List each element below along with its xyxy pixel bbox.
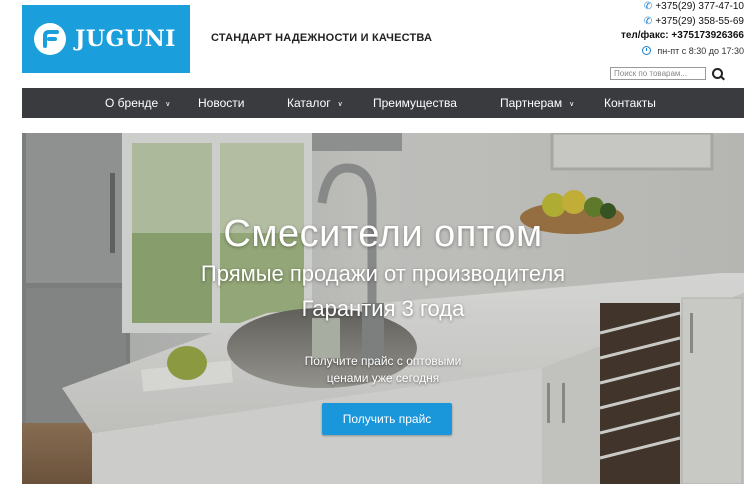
search-input[interactable] bbox=[610, 67, 706, 80]
nav-item-news[interactable]: Новости bbox=[198, 88, 244, 118]
chevron-down-icon: ∨ bbox=[569, 101, 575, 108]
brand-logo[interactable]: JUGUNI bbox=[22, 5, 190, 73]
hero-subtitle-2: Гарантия 3 года bbox=[301, 296, 465, 321]
phone-number-2[interactable]: +375(29) 358-55-69 bbox=[655, 15, 744, 30]
hero-note-line-2: ценами уже сегодня bbox=[326, 371, 440, 385]
fax-number: тел/факс: +375173926366 bbox=[620, 30, 744, 41]
hero-note: Получите прайс с оптовыми ценами уже сег… bbox=[22, 353, 744, 387]
hero-banner: Смесители оптом Прямые продажи от произв… bbox=[22, 133, 744, 484]
phone-row-1[interactable]: ✆ +375(29) 377-47-10 bbox=[621, 0, 744, 15]
nav-label: Каталог bbox=[287, 96, 331, 110]
nav-item-catalog[interactable]: Каталог ∨ bbox=[287, 88, 343, 118]
tagline: СТАНДАРТ НАДЕЖНОСТИ И КАЧЕСТВА bbox=[211, 32, 433, 44]
contact-block: ✆ +375(29) 377-47-10 ✆ +375(29) 358-55-6… bbox=[621, 0, 744, 58]
nav-label: О бренде bbox=[105, 96, 159, 110]
search-bar bbox=[610, 67, 724, 80]
logo-text: JUGUNI bbox=[75, 26, 176, 52]
hero-subtitle-1: Прямые продажи от производителя bbox=[200, 261, 566, 286]
hero-note-line-1: Получите прайс с оптовыми bbox=[304, 354, 462, 368]
fax-row: тел/факс: +375173926366 bbox=[621, 29, 744, 44]
phone-row-2[interactable]: ✆ +375(29) 358-55-69 bbox=[621, 15, 744, 30]
main-nav: О бренде ∨ Новости Каталог ∨ Преимущества … bbox=[22, 88, 744, 118]
nav-label: Преимущества bbox=[373, 96, 457, 110]
clock-icon bbox=[642, 46, 652, 56]
chevron-down-icon: ∨ bbox=[165, 101, 171, 108]
get-price-button[interactable]: Получить прайс bbox=[322, 403, 452, 435]
hero-title: Смесители оптом bbox=[223, 213, 543, 255]
logo-mark-icon bbox=[34, 23, 66, 55]
nav-item-partners[interactable]: Партнерам ∨ bbox=[500, 88, 574, 118]
nav-item-about[interactable]: О бренде ∨ bbox=[105, 88, 170, 118]
search-icon[interactable] bbox=[712, 67, 724, 80]
phone-icon: ✆ bbox=[643, 15, 653, 27]
chevron-down-icon: ∨ bbox=[337, 101, 343, 108]
phone-icon: ✆ bbox=[643, 1, 653, 13]
nav-item-advantages[interactable]: Преимущества bbox=[373, 88, 457, 118]
working-hours: пн-пт с 8:30 до 17:30 bbox=[657, 45, 744, 56]
nav-label: Новости bbox=[198, 96, 245, 110]
nav-label: Партнерам bbox=[500, 96, 563, 110]
nav-item-contacts[interactable]: Контакты bbox=[604, 88, 656, 118]
phone-number-1[interactable]: +375(29) 377-47-10 bbox=[655, 0, 744, 15]
hours-row: пн-пт с 8:30 до 17:30 bbox=[621, 44, 744, 59]
nav-label: Контакты bbox=[604, 96, 656, 110]
